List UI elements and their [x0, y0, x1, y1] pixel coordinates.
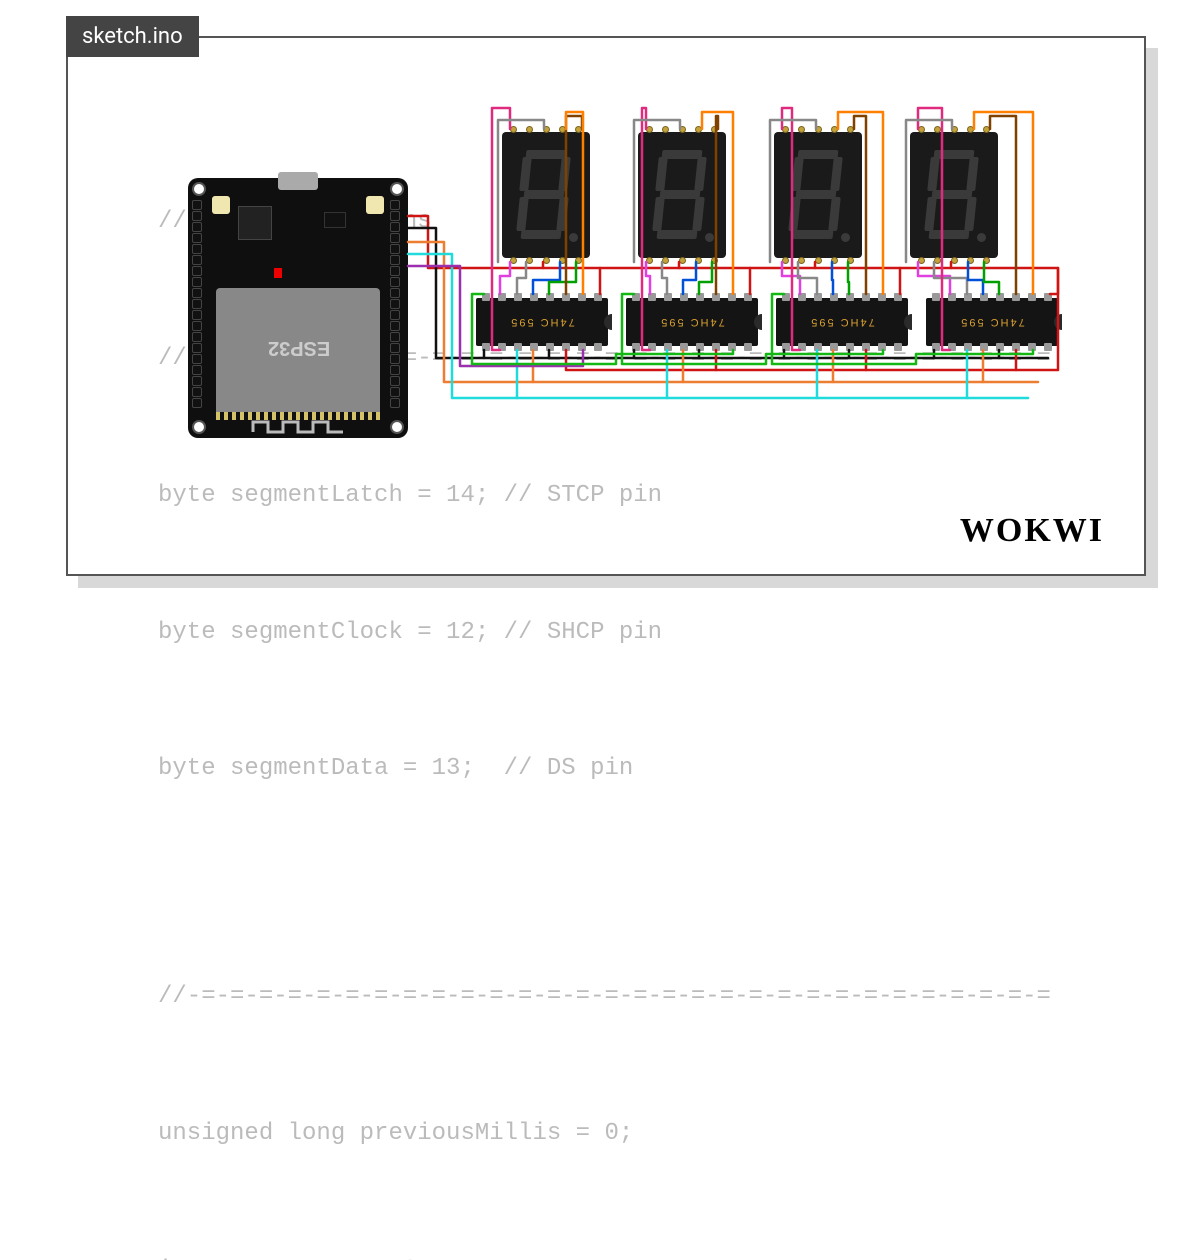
usb-chip-icon — [238, 206, 272, 240]
shift-register-4[interactable]: 74HC 595 — [926, 298, 1058, 346]
pin-header-left[interactable] — [192, 200, 206, 408]
reset-button[interactable] — [366, 196, 384, 214]
shift-register-2[interactable]: 74HC 595 — [626, 298, 758, 346]
wokwi-logo: WOKWI — [960, 512, 1104, 550]
antenna-icon — [248, 420, 348, 434]
mount-hole-icon — [192, 420, 206, 434]
seven-segment-3[interactable] — [774, 132, 862, 258]
mcu-label: ESP32 — [268, 336, 330, 359]
mount-hole-icon — [192, 182, 206, 196]
esp32-board[interactable]: ESP32 — [188, 178, 408, 438]
power-led-icon — [274, 268, 282, 278]
file-tab-label: sketch.ino — [82, 24, 183, 49]
notch-icon — [754, 314, 762, 330]
shift-register-1[interactable]: 74HC 595 — [476, 298, 608, 346]
seven-segment-2[interactable] — [638, 132, 726, 258]
code-line: //-=-=-=-=-=-=-=-=-=-=-=-=-=-=-=-=-=-=-=… — [158, 974, 1051, 1020]
circuit-canvas[interactable]: ESP32 — [168, 98, 1128, 518]
notch-icon — [1054, 314, 1062, 330]
mount-hole-icon — [390, 182, 404, 196]
seven-segment-4[interactable] — [910, 132, 998, 258]
code-line: unsigned long previousMillis = 0; — [158, 1111, 1051, 1157]
shift-register-3[interactable]: 74HC 595 — [776, 298, 908, 346]
shield-edge-icon — [216, 412, 380, 420]
file-tab[interactable]: sketch.ino — [66, 16, 199, 57]
code-line: byte segmentClock = 12; // SHCP pin — [158, 610, 1051, 656]
usb-port-icon — [278, 172, 318, 190]
code-line: int sec = 1, m = 0; — [158, 1248, 1051, 1260]
pin-header-right[interactable] — [390, 200, 404, 408]
main-card: //GPIO declarations //-=-=-=-=-=-=-=-=-=… — [66, 36, 1146, 576]
notch-icon — [904, 314, 912, 330]
seven-segment-1[interactable] — [502, 132, 590, 258]
ic-label: 74HC 595 — [959, 316, 1025, 328]
regulator-icon — [324, 212, 346, 228]
mount-hole-icon — [390, 420, 404, 434]
ic-label: 74HC 595 — [659, 316, 725, 328]
code-line: byte segmentData = 13; // DS pin — [158, 746, 1051, 792]
ic-label: 74HC 595 — [809, 316, 875, 328]
boot-button[interactable] — [212, 196, 230, 214]
ic-label: 74HC 595 — [509, 316, 575, 328]
notch-icon — [604, 314, 612, 330]
